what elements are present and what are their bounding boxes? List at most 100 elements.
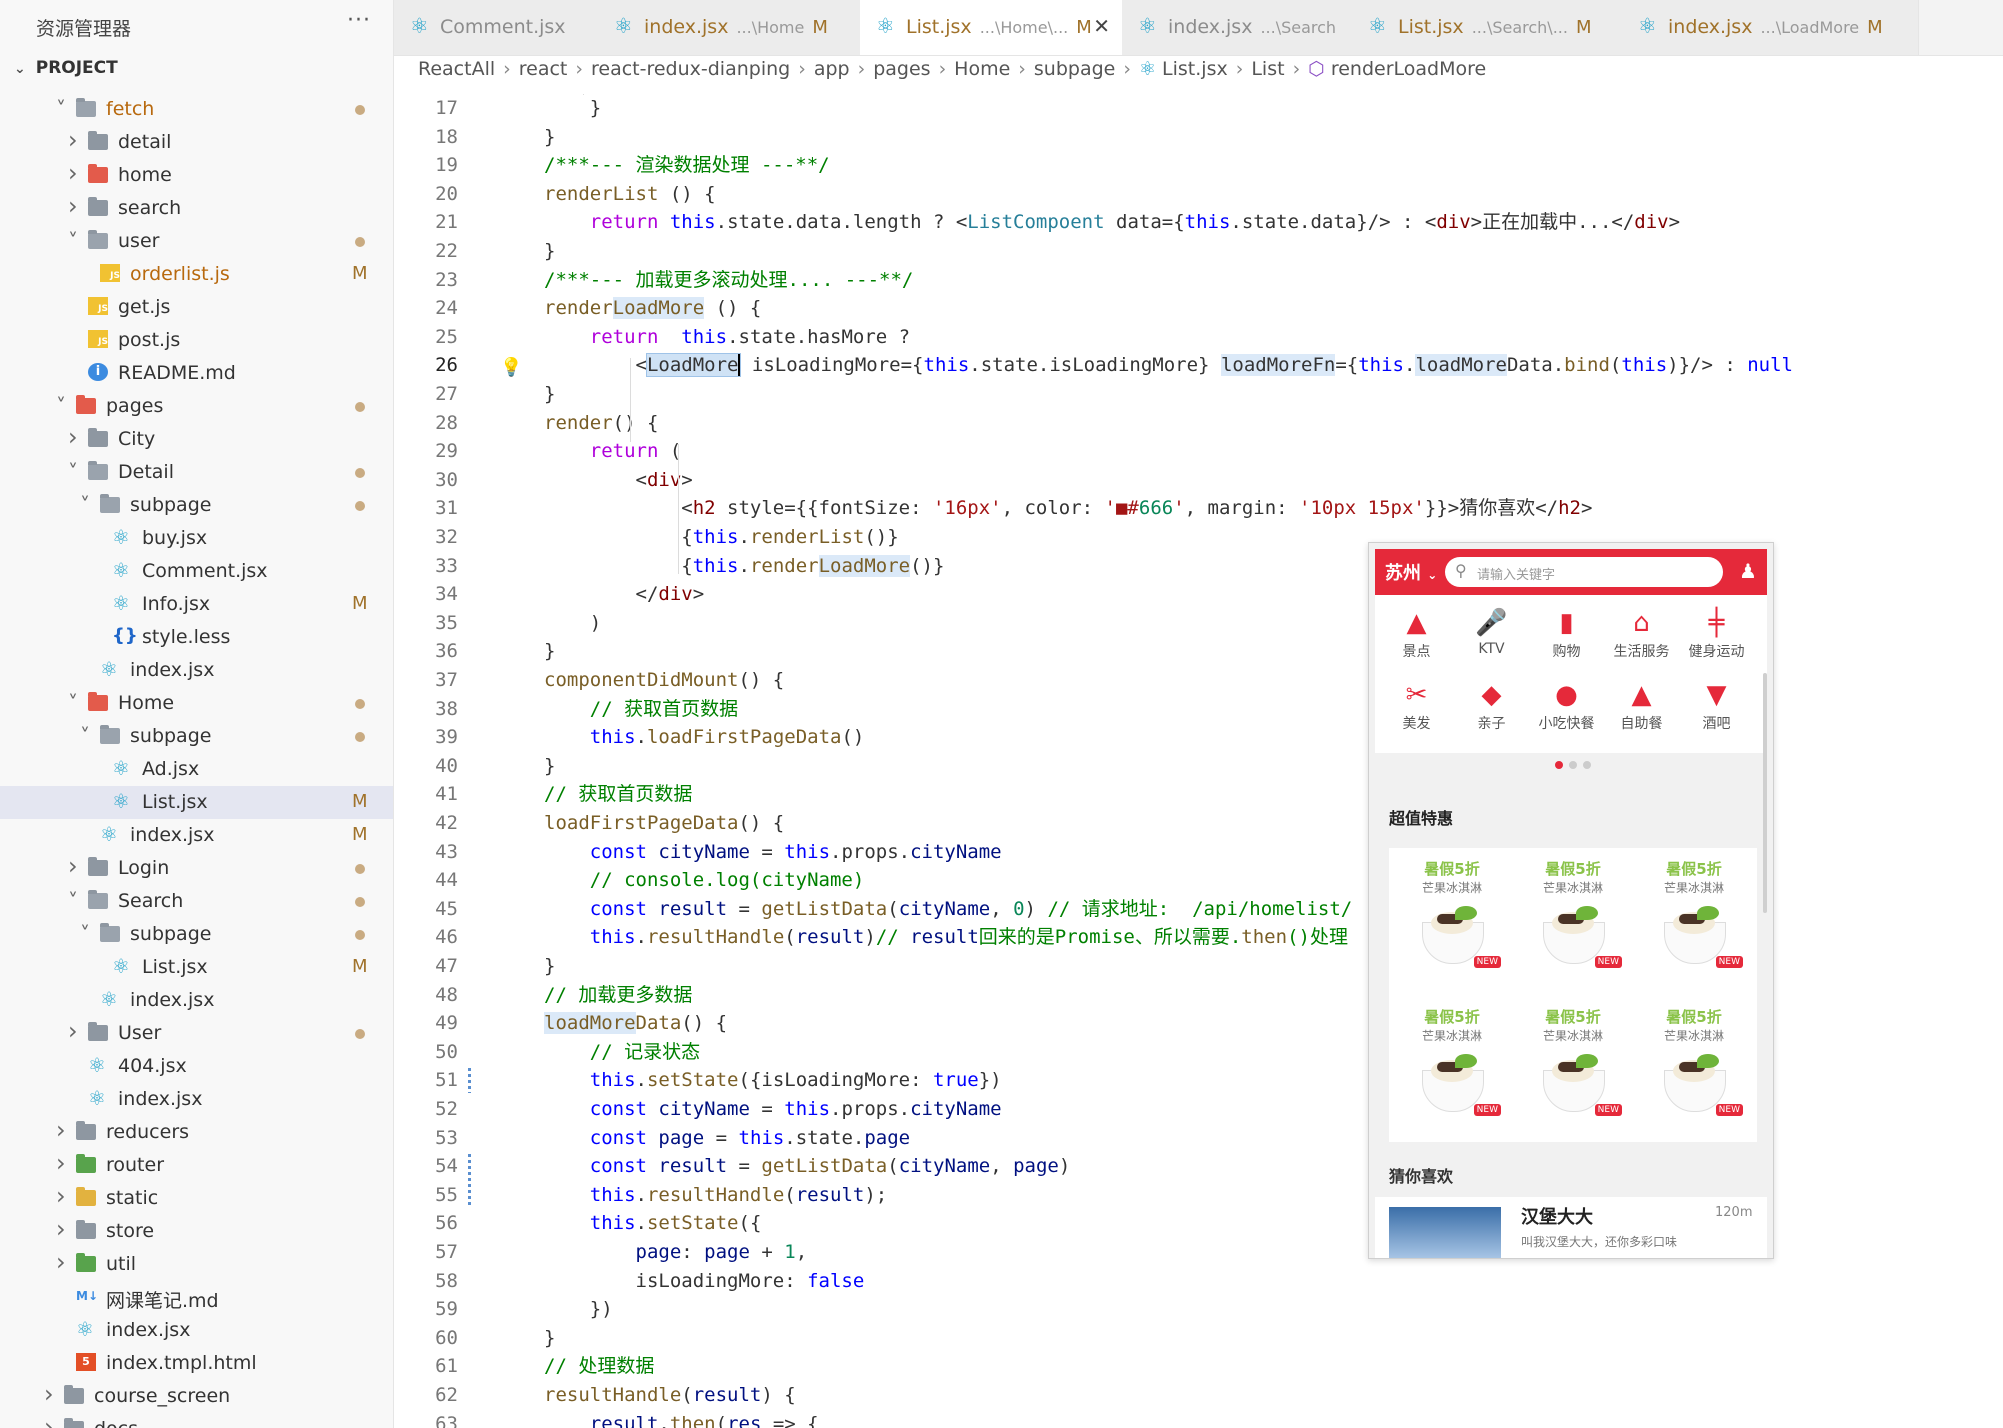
category-item[interactable]: ✂ 美发	[1379, 677, 1454, 733]
user-icon[interactable]: ♟	[1739, 559, 1757, 583]
tree-item[interactable]: ⚛ Ad.jsx	[0, 753, 393, 786]
deal-item[interactable]: 暑假5折 芒果冰淇淋 NEW	[1391, 858, 1513, 968]
breadcrumb-item[interactable]: app	[814, 58, 850, 80]
code-line[interactable]: 59 })	[394, 1295, 2003, 1324]
code-line[interactable]: 22}	[394, 237, 2003, 266]
tree-item[interactable]: ˅ Search	[0, 885, 393, 918]
list-item[interactable]: 汉堡大大 120m 叫我汉堡大大，还你多彩口味	[1375, 1197, 1767, 1258]
breadcrumb-item[interactable]: Home	[954, 58, 1010, 80]
city-selector[interactable]: 苏州 ⌄	[1385, 559, 1437, 585]
tree-item[interactable]: ˅ subpage	[0, 720, 393, 753]
code-line[interactable]: 18}	[394, 123, 2003, 152]
code-line[interactable]: 26 <LoadMore isLoadingMore={this.state.i…	[394, 351, 2003, 380]
code-line[interactable]: 19 /***--- 渲染数据处理 ---**/	[394, 151, 2003, 180]
tree-item[interactable]: {} style.less	[0, 621, 393, 654]
tree-item[interactable]: ⚛ buy.jsx	[0, 522, 393, 555]
tree-item[interactable]: › static	[0, 1182, 393, 1215]
tree-item[interactable]: ˅ Detail	[0, 456, 393, 489]
code-line[interactable]: 28 render() {	[394, 409, 2003, 438]
code-line[interactable]: 23 /***--- 加载更多滚动处理.... ---**/	[394, 266, 2003, 295]
tree-item[interactable]: ⚛ List.jsx M	[0, 951, 393, 984]
deal-item[interactable]: 暑假5折 芒果冰淇淋 NEW	[1391, 1006, 1513, 1116]
scrollbar[interactable]	[1763, 673, 1767, 913]
code-line[interactable]: 60}	[394, 1324, 2003, 1353]
carousel-dot[interactable]	[1555, 761, 1563, 769]
tree-item[interactable]: › search	[0, 192, 393, 225]
category-item[interactable]: 🎤 KTV	[1454, 605, 1529, 657]
category-item[interactable]: ▲ 景点	[1379, 605, 1454, 661]
tree-item[interactable]: ⚛ index.jsx	[0, 1314, 393, 1347]
tree-item[interactable]: › util	[0, 1248, 393, 1281]
tab-index-jsx[interactable]: ⚛ index.jsx ...\Search	[1122, 0, 1353, 55]
deal-item[interactable]: 暑假5折 芒果冰淇淋 NEW	[1512, 858, 1634, 968]
tree-item[interactable]: › store	[0, 1215, 393, 1248]
category-item[interactable]: ▼ 酒吧	[1679, 677, 1754, 733]
tree-item[interactable]: ˅ Home	[0, 687, 393, 720]
tree-item[interactable]: JS orderlist.js M	[0, 258, 393, 291]
breadcrumb-item[interactable]: react-redux-dianping	[591, 58, 790, 80]
breadcrumb-item[interactable]: ReactAll	[418, 58, 495, 80]
code-line[interactable]: 63 result.then(res => {	[394, 1410, 2003, 1428]
breadcrumb-item[interactable]: pages	[873, 58, 930, 80]
category-item[interactable]: ╪ 健身运动	[1679, 605, 1754, 661]
search-box[interactable]: ⚲ 请输入关键字	[1445, 557, 1723, 587]
breadcrumb-item[interactable]: renderLoadMore	[1331, 58, 1486, 80]
tree-item[interactable]: › User	[0, 1017, 393, 1050]
tree-item[interactable]: › detail	[0, 126, 393, 159]
tree-item[interactable]: ⚛ index.jsx	[0, 654, 393, 687]
tree-item[interactable]: ⚛ index.jsx M	[0, 819, 393, 852]
code-line[interactable]: 20 renderList () {	[394, 180, 2003, 209]
tree-item[interactable]: ˅ user	[0, 225, 393, 258]
tree-item[interactable]: JS get.js	[0, 291, 393, 324]
deal-item[interactable]: 暑假5折 芒果冰淇淋 NEW	[1512, 1006, 1634, 1116]
breadcrumb-item[interactable]: List.jsx	[1162, 58, 1228, 80]
breadcrumb-item[interactable]: subpage	[1034, 58, 1115, 80]
deal-item[interactable]: 暑假5折 芒果冰淇淋 NEW	[1633, 1006, 1755, 1116]
more-actions-button[interactable]: ···	[347, 8, 371, 33]
code-line[interactable]: 25 return this.state.hasMore ?	[394, 323, 2003, 352]
tree-item[interactable]: ˅ subpage	[0, 489, 393, 522]
carousel-dot[interactable]	[1583, 761, 1591, 769]
deal-item[interactable]: 暑假5折 芒果冰淇淋 NEW	[1633, 858, 1755, 968]
code-line[interactable]: 24 renderLoadMore () {	[394, 294, 2003, 323]
tree-item[interactable]: › router	[0, 1149, 393, 1182]
tab-comment-jsx[interactable]: ⚛ Comment.jsx	[394, 0, 599, 55]
project-section-header[interactable]: ⌄ PROJECT	[14, 58, 118, 78]
code-line[interactable]: 31 <h2 style={{fontSize: '16px', color: …	[394, 494, 2003, 523]
tree-item[interactable]: JS post.js	[0, 324, 393, 357]
category-item[interactable]: ● 小吃快餐	[1529, 677, 1604, 733]
tree-item[interactable]: 5 index.tmpl.html	[0, 1347, 393, 1380]
tab-index-jsx[interactable]: ⚛ index.jsx ...\Home M	[598, 0, 861, 55]
tree-item[interactable]: ˅ subpage	[0, 918, 393, 951]
close-icon[interactable]: ✕	[1093, 14, 1110, 38]
tree-item[interactable]: i README.md	[0, 357, 393, 390]
tree-item[interactable]: ⚛ 404.jsx	[0, 1050, 393, 1083]
tree-item[interactable]: › home	[0, 159, 393, 192]
category-item[interactable]: ◆ 亲子	[1454, 677, 1529, 733]
tree-item[interactable]: › Login	[0, 852, 393, 885]
code-line[interactable]: 30 <div>	[394, 466, 2003, 495]
category-item[interactable]: ▮ 购物	[1529, 605, 1604, 661]
tree-item[interactable]: ˅ fetch	[0, 93, 393, 126]
category-item[interactable]: ⌂ 生活服务	[1604, 605, 1679, 661]
breadcrumb-item[interactable]: react	[519, 58, 568, 80]
code-line[interactable]: 62 resultHandle(result) {	[394, 1381, 2003, 1410]
tree-item[interactable]: ˅ pages	[0, 390, 393, 423]
category-item[interactable]: ▲ 自助餐	[1604, 677, 1679, 733]
code-line[interactable]: 29 return (	[394, 437, 2003, 466]
tree-item[interactable]: › reducers	[0, 1116, 393, 1149]
tree-item[interactable]: › City	[0, 423, 393, 456]
tab-list-jsx[interactable]: ⚛ List.jsx ...\Home\... M ✕	[860, 0, 1123, 55]
tree-item[interactable]: ⚛ List.jsx M	[0, 786, 393, 819]
code-line[interactable]: 58 isLoadingMore: false	[394, 1267, 2003, 1296]
tree-item[interactable]: › course_screen	[0, 1380, 393, 1413]
code-line[interactable]: 21 return this.state.data.length ? <List…	[394, 208, 2003, 237]
lightbulb-icon[interactable]: 💡	[500, 354, 522, 378]
code-line[interactable]: 27}	[394, 380, 2003, 409]
breadcrumb-item[interactable]: List	[1251, 58, 1284, 80]
tree-item[interactable]: ⚛ index.jsx	[0, 984, 393, 1017]
tree-item[interactable]: ⚛ index.jsx	[0, 1083, 393, 1116]
carousel-dot[interactable]	[1569, 761, 1577, 769]
tree-item[interactable]: ⚛ Comment.jsx	[0, 555, 393, 588]
tab-index-jsx[interactable]: ⚛ index.jsx ...\LoadMore M	[1622, 0, 1919, 55]
